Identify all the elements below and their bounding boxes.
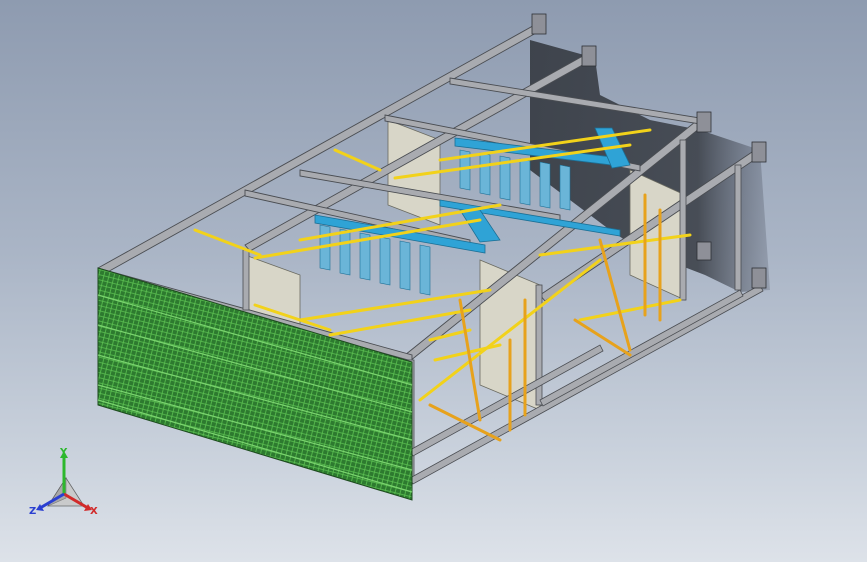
axis-label-x: X: [90, 506, 98, 517]
axis-label-z: Z: [29, 506, 37, 517]
3d-model-view[interactable]: [0, 0, 867, 562]
coordinate-triad[interactable]: Y X Z: [26, 448, 106, 524]
axis-label-y: Y: [60, 447, 68, 458]
graphics-viewport[interactable]: Y X Z: [0, 0, 867, 562]
